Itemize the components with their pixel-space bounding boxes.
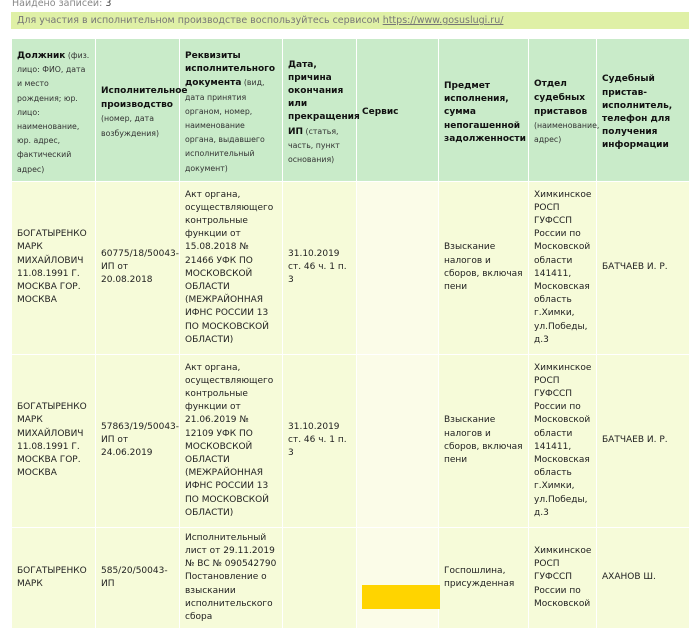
- cell-service: [356, 353, 439, 528]
- table-header-row: Должник (физ. лицо: ФИО, дата и место ро…: [11, 38, 690, 182]
- records-found: Найдено записей: 3: [12, 0, 112, 9]
- cell-debtor: БОГАТЫРЕНКО МАРК: [11, 526, 96, 629]
- cell-proceeding: 60775/18/50043-ИП от 20.08.2018: [95, 180, 180, 355]
- cell-bailiff: БАТЧАЕВ И. Р.: [596, 353, 690, 528]
- cell-subject: Госпошлина, присужденная: [438, 526, 529, 629]
- cell-debtor: БОГАТЫРЕНКО МАРК МИХАЙЛОВИЧ 11.08.1991 Г…: [11, 180, 96, 355]
- gosuslugi-link[interactable]: https://www.gosuslugi.ru/: [383, 15, 504, 26]
- cell-document: Акт органа, осуществляющего контрольные …: [179, 180, 283, 355]
- gosuslugi-notice: Для участия в исполнительном производств…: [11, 12, 689, 29]
- cell-department: Химкинское РОСП ГУФССП России по Московс…: [528, 180, 597, 355]
- header-proceeding: Исполнительное производство (номер, дата…: [95, 38, 188, 182]
- table-row: БОГАТЫРЕНКО МАРК МИХАЙЛОВИЧ 11.08.1991 Г…: [11, 180, 690, 355]
- cell-debtor: БОГАТЫРЕНКО МАРК МИХАЙЛОВИЧ 11.08.1991 Г…: [11, 353, 96, 528]
- cell-subject: Взыскание налогов и сборов, включая пени: [438, 180, 529, 355]
- cell-document: Акт органа, осуществляющего контрольные …: [179, 353, 283, 528]
- header-end: Дата, причина окончания или прекращения …: [282, 38, 360, 182]
- cell-department: Химкинское РОСП ГУФССП России по Московс…: [528, 526, 597, 629]
- cell-department: Химкинское РОСП ГУФССП России по Московс…: [528, 353, 597, 528]
- header-debtor: Должник (физ. лицо: ФИО, дата и место ро…: [11, 38, 96, 182]
- cell-bailiff: БАТЧАЕВ И. Р.: [596, 180, 690, 355]
- results-table: Должник (физ. лицо: ФИО, дата и место ро…: [11, 38, 690, 629]
- header-document: Реквизиты исполнительного документа (вид…: [179, 38, 283, 182]
- header-subject: Предмет исполнения, сумма непогашенной з…: [438, 38, 529, 182]
- header-department: Отдел судебных приставов (наименование, …: [528, 38, 599, 182]
- cell-proceeding: 57863/19/50043-ИП от 24.06.2019: [95, 353, 180, 528]
- cell-subject: Взыскание налогов и сборов, включая пени: [438, 353, 529, 528]
- table-row: БОГАТЫРЕНКО МАРК МИХАЙЛОВИЧ 11.08.1991 Г…: [11, 353, 690, 528]
- header-service: Сервис: [356, 38, 439, 182]
- cell-end: 31.10.2019 ст. 46 ч. 1 п. 3: [282, 180, 357, 355]
- table-row: БОГАТЫРЕНКО МАРК 585/20/50043-ИП Исполни…: [11, 526, 690, 629]
- header-bailiff: Судебный пристав-исполнитель, телефон дл…: [596, 38, 690, 182]
- cell-bailiff: АХАНОВ Ш.: [596, 526, 690, 629]
- cell-service: [356, 180, 439, 355]
- records-count: 3: [105, 0, 112, 9]
- pay-button[interactable]: [362, 585, 440, 610]
- cell-proceeding: 585/20/50043-ИП: [95, 526, 180, 629]
- cell-end: [282, 526, 357, 629]
- cell-service: [356, 526, 440, 629]
- cell-end: 31.10.2019 ст. 46 ч. 1 п. 3: [282, 353, 357, 528]
- cell-document: Исполнительный лист от 29.11.2019 № ВС №…: [179, 526, 283, 629]
